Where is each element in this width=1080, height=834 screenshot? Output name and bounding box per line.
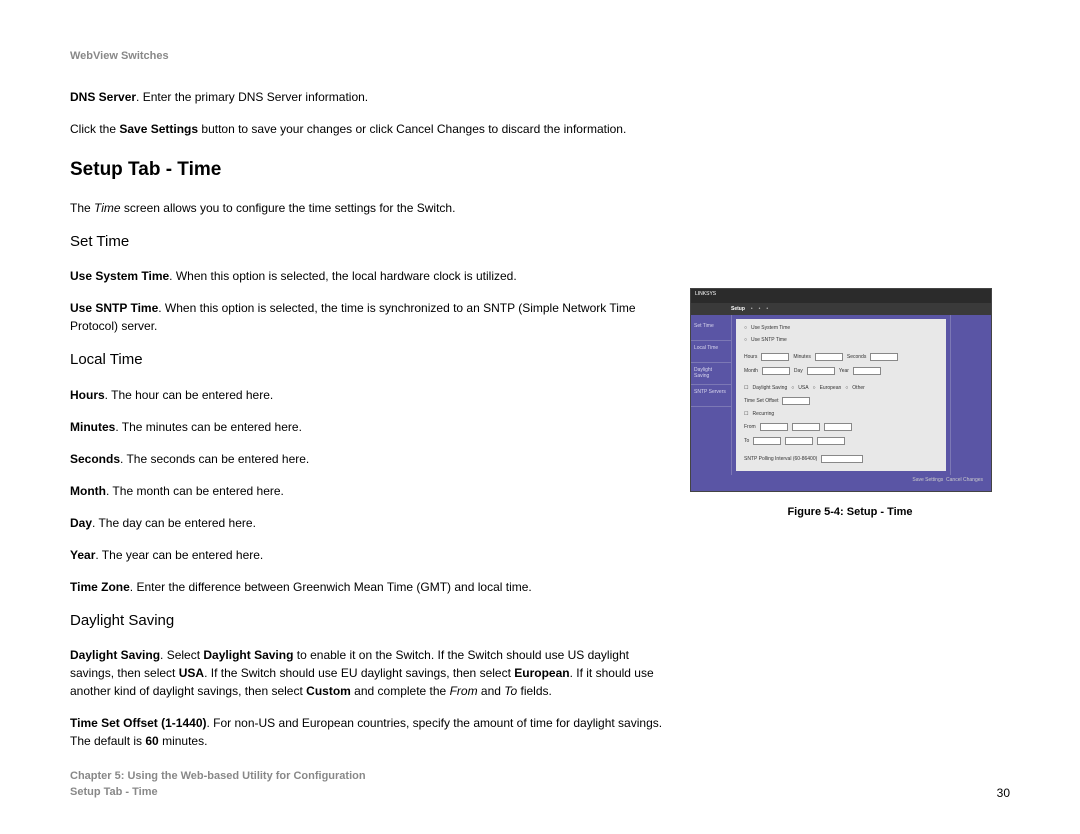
figure-footer: Save Settings Cancel Changes <box>691 475 991 491</box>
local-time-month: Month. The month can be entered here. <box>70 482 670 500</box>
figure-column: LINKSYS Setup ••• Set Time Local Time Da… <box>670 88 1010 518</box>
local-time-day: Day. The day can be entered here. <box>70 514 670 532</box>
figure-sidebar: Set Time Local Time Daylight Saving SNTP… <box>691 315 732 475</box>
page-number: 30 <box>997 786 1010 800</box>
local-time-year: Year. The year can be entered here. <box>70 546 670 564</box>
page-header: WebView Switches <box>70 50 1010 62</box>
figure-tabs: Setup ••• <box>691 303 991 315</box>
figure-titlebar: LINKSYS <box>691 289 991 303</box>
footer-chapter: Chapter 5: Using the Web-based Utility f… <box>70 769 366 784</box>
local-time-timezone: Time Zone. Enter the difference between … <box>70 578 670 596</box>
time-set-offset-paragraph: Time Set Offset (1-1440). For non-US and… <box>70 714 670 750</box>
local-time-hours: Hours. The hour can be entered here. <box>70 386 670 404</box>
figure-caption: Figure 5-4: Setup - Time <box>690 506 1010 518</box>
subheading-set-time: Set Time <box>70 231 670 254</box>
figure-setup-time: LINKSYS Setup ••• Set Time Local Time Da… <box>690 288 992 492</box>
section-heading-setup-time: Setup Tab - Time <box>70 156 670 185</box>
main-text-column: DNS Server. Enter the primary DNS Server… <box>70 88 670 764</box>
dns-label: DNS Server <box>70 90 136 104</box>
section-intro: The Time screen allows you to configure … <box>70 199 670 217</box>
figure-right-panel <box>950 315 991 475</box>
footer-section: Setup Tab - Time <box>70 785 366 800</box>
daylight-saving-paragraph: Daylight Saving. Select Daylight Saving … <box>70 646 670 700</box>
page-footer: Chapter 5: Using the Web-based Utility f… <box>70 769 1010 800</box>
subheading-local-time: Local Time <box>70 349 670 372</box>
subheading-daylight-saving: Daylight Saving <box>70 610 670 633</box>
use-sntp-time: Use SNTP Time. When this option is selec… <box>70 299 670 335</box>
local-time-seconds: Seconds. The seconds can be entered here… <box>70 450 670 468</box>
figure-main-panel: ○Use System Time ○Use SNTP Time Hours Mi… <box>736 319 946 471</box>
dns-paragraph: DNS Server. Enter the primary DNS Server… <box>70 88 670 106</box>
local-time-minutes: Minutes. The minutes can be entered here… <box>70 418 670 436</box>
save-paragraph: Click the Save Settings button to save y… <box>70 120 670 138</box>
use-system-time: Use System Time. When this option is sel… <box>70 267 670 285</box>
